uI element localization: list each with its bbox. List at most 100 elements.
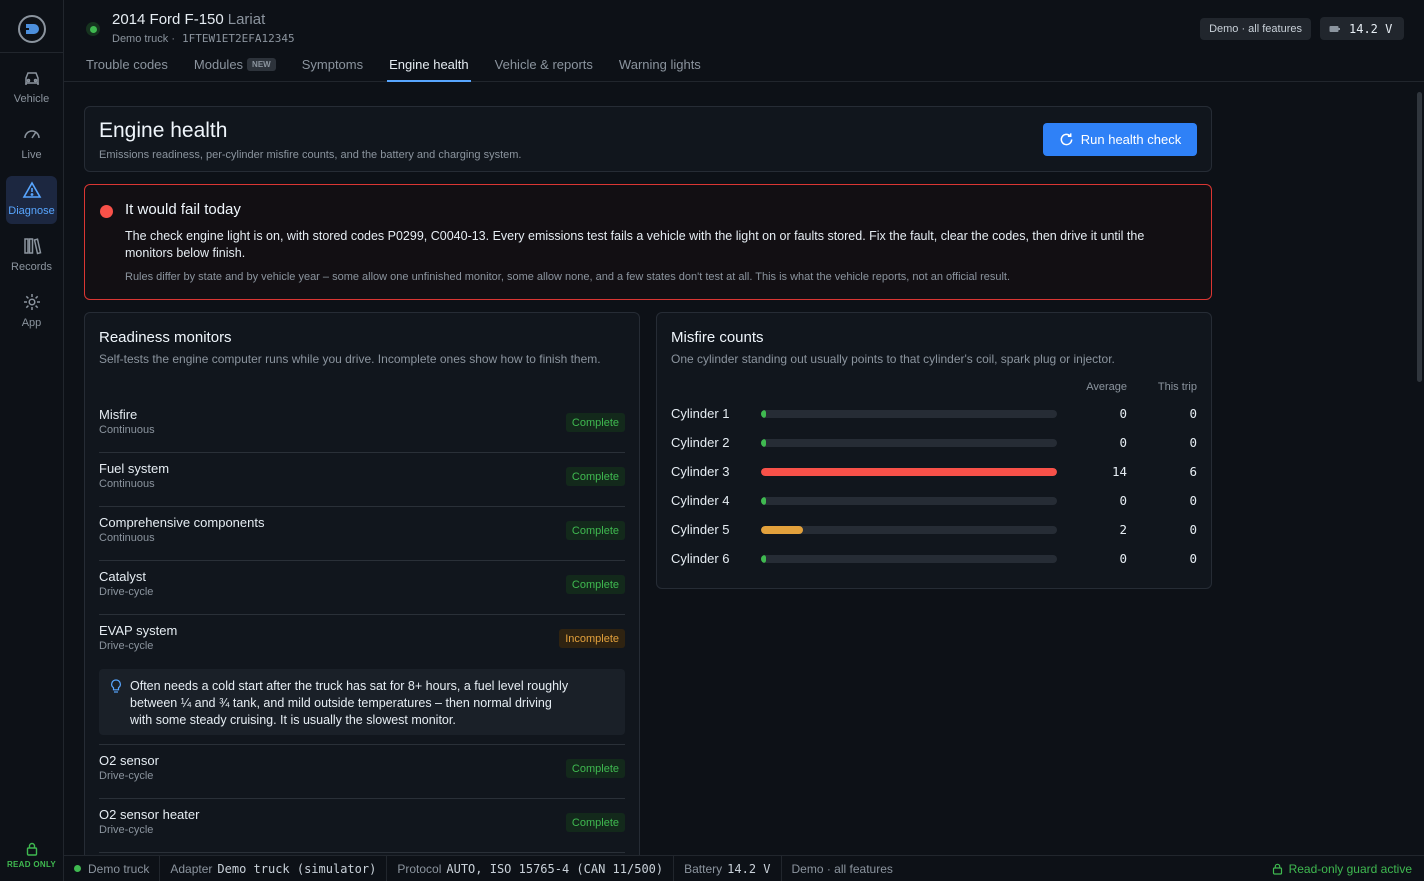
read-only-indicator: READ ONLY [0,842,63,869]
lightbulb-icon [111,679,121,693]
misfire-average: 2 [1119,522,1127,537]
vin: 1FTEW1ET2EFA12345 [182,32,295,45]
read-only-guard: Read-only guard active [1272,862,1424,876]
page-title: Engine health [99,119,228,142]
new-badge: NEW [247,58,276,71]
monitor-row: Fuel system Continuous Complete [99,453,625,507]
books-icon [23,238,41,255]
misfire-bar-track [761,439,1057,447]
misfire-row: Cylinder 4 0 0 [671,490,1197,512]
sidebar-item-label: Records [11,261,52,273]
readiness-monitors-card: Readiness monitors Self-tests the engine… [84,312,640,855]
status-battery: Battery 14.2 V [674,855,782,881]
alert-title: It would fail today [125,201,241,218]
status-mode: Demo · all features [791,861,893,876]
status-badge: Complete [565,759,625,778]
monitor-row: O2 sensor Drive-cycle Complete [99,745,625,799]
voltage-chip: 14.2 V [1320,17,1404,40]
section-subtitle: Self-tests the engine computer runs whil… [99,352,601,366]
misfire-bar [761,468,1057,476]
monitor-list: Misfire Continuous Complete Fuel system … [99,399,625,853]
demo-mode-chip[interactable]: Demo · all features [1200,18,1311,40]
status-protocol: Protocol AUTO, ISO 15765-4 (CAN 11/500) [387,855,675,881]
gear-icon [23,294,40,310]
misfire-trip: 6 [1189,464,1197,479]
misfire-trip: 0 [1189,522,1197,537]
alert-status-dot [100,205,113,218]
run-health-check-button[interactable]: Run health check [1043,123,1197,156]
status-badge: Complete [565,467,625,486]
misfire-row: Cylinder 6 0 0 [671,548,1197,570]
lock-icon [1272,863,1282,875]
sidebar-item-app[interactable]: App [6,288,57,336]
status-connection: Demo truck [64,855,161,881]
scrollbar[interactable] [1417,92,1422,382]
monitor-row: O2 sensor heater Drive-cycle Complete [99,799,625,853]
sidebar: Vehicle Live Diagnose Records App READ O… [0,0,64,881]
section-title: Misfire counts [671,329,764,346]
connection-status-dot [86,22,100,36]
misfire-bar [761,555,766,563]
engine-health-header: Engine health Emissions readiness, per-c… [84,106,1212,172]
tab-trouble-codes[interactable]: Trouble codes [86,50,168,82]
vehicle-subtitle: Demo truck · 1FTEW1ET2EFA12345 [112,32,295,45]
cylinder-label: Cylinder 3 [671,464,730,479]
main-content: Engine health Emissions readiness, per-c… [64,82,1424,855]
sidebar-item-label: Live [21,149,42,161]
column-header-trip: This trip [1157,381,1197,393]
misfire-bar-track [761,497,1057,505]
misfire-bar-track [761,526,1057,534]
cylinder-label: Cylinder 2 [671,435,730,450]
refresh-icon [1060,133,1073,146]
misfire-row: Cylinder 2 0 0 [671,432,1197,454]
misfire-trip: 0 [1189,406,1197,421]
status-adapter: Adapter Demo truck (simulator) [160,855,388,881]
misfire-bar [761,526,804,534]
sidebar-item-label: Diagnose [8,205,55,217]
sidebar-item-live[interactable]: Live [6,120,57,168]
misfire-trip: 0 [1189,493,1197,508]
sidebar-item-label: App [21,317,42,329]
misfire-bar [761,439,766,447]
section-subtitle: One cylinder standing out usually points… [671,352,1115,366]
misfire-average: 0 [1119,493,1127,508]
page-subtitle: Emissions readiness, per-cylinder misfir… [99,149,522,161]
monitor-row: Comprehensive components Continuous Comp… [99,507,625,561]
sidebar-item-label: Vehicle [13,93,50,105]
monitor-row-expanded: EVAP system Drive-cycle Incomplete Often… [99,615,625,745]
column-header-average: Average [1086,381,1127,393]
status-bar: Demo truck Adapter Demo truck (simulator… [64,855,1424,881]
tab-bar: Trouble codes Modules NEW Symptoms Engine… [86,50,727,82]
tab-vehicle-reports[interactable]: Vehicle & reports [495,50,593,82]
misfire-average: 0 [1119,551,1127,566]
tab-warning-lights[interactable]: Warning lights [619,50,701,82]
monitor-row: Catalyst Drive-cycle Complete [99,561,625,615]
cylinder-label: Cylinder 1 [671,406,730,421]
misfire-average: 0 [1119,435,1127,450]
tab-modules[interactable]: Modules NEW [194,50,276,82]
misfire-trip: 0 [1189,551,1197,566]
misfire-bar [761,410,766,418]
misfire-average: 0 [1119,406,1127,421]
sidebar-item-vehicle[interactable]: Vehicle [6,64,57,112]
misfire-counts-card: Misfire counts One cylinder standing out… [656,312,1212,589]
connection-dot [74,865,81,872]
misfire-row: Cylinder 3 14 6 [671,461,1197,483]
sidebar-item-records[interactable]: Records [6,232,57,280]
misfire-bar-track [761,410,1057,418]
status-badge: Complete [565,413,625,432]
monitor-row: Misfire Continuous Complete [99,399,625,453]
cylinder-label: Cylinder 6 [671,551,730,566]
misfire-bar [761,497,766,505]
sidebar-item-diagnose[interactable]: Diagnose [6,176,57,224]
misfire-average: 14 [1111,464,1127,479]
misfire-row: Cylinder 5 2 0 [671,519,1197,541]
alert-body: The check engine light is on, with store… [125,229,1145,260]
vehicle-title: 2014 Ford F-150 Lariat [112,11,266,28]
tab-symptoms[interactable]: Symptoms [302,50,363,82]
car-icon [24,72,39,85]
lock-icon [26,842,37,856]
monitor-tip: Often needs a cold start after the truck… [99,669,625,735]
tab-engine-health[interactable]: Engine health [387,50,471,82]
header: 2014 Ford F-150 Lariat Demo truck · 1FTEW… [64,0,1424,82]
